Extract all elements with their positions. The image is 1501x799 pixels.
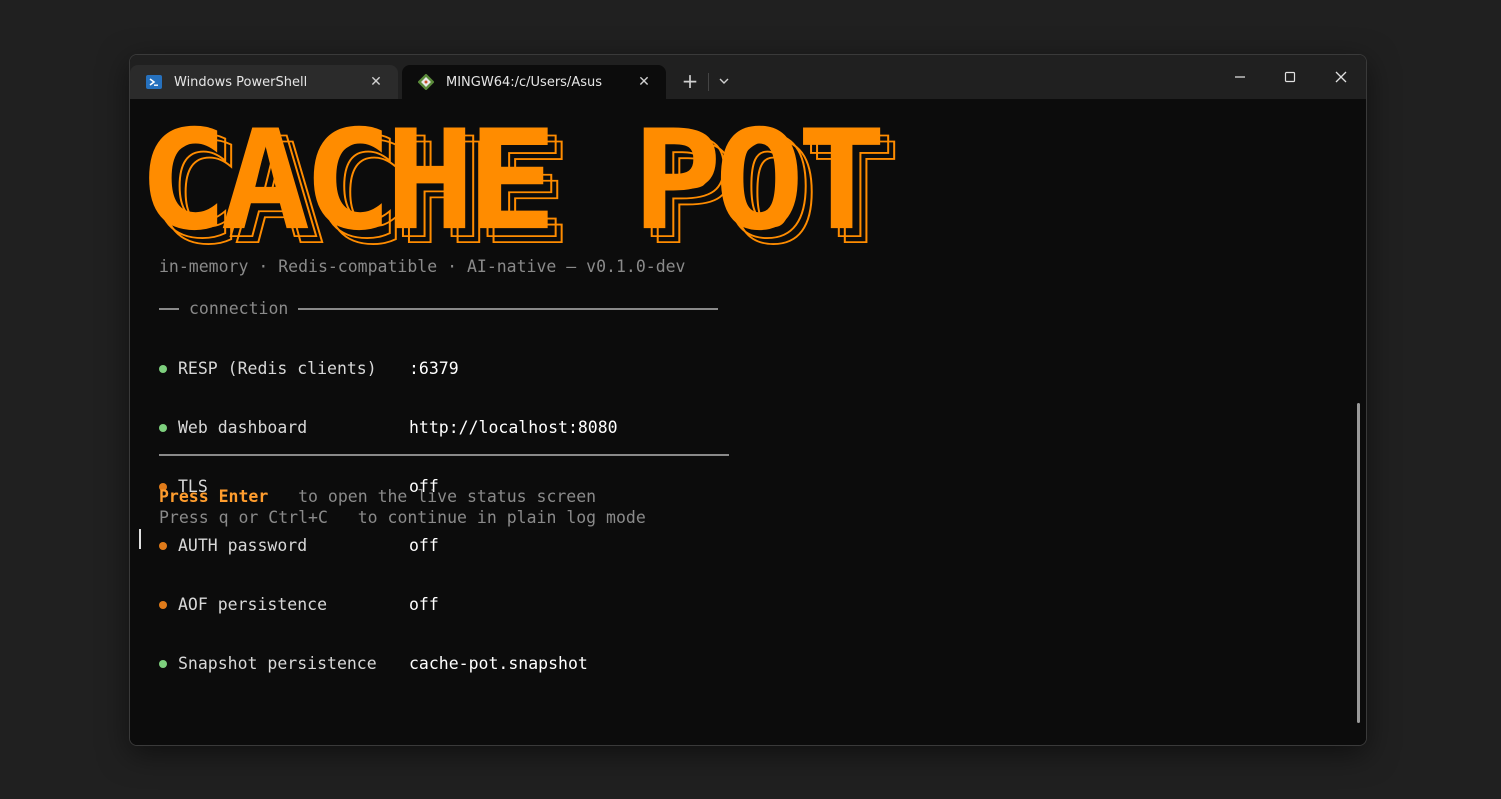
list-item: Web dashboard http://localhost:8080 <box>159 417 618 438</box>
row-value: off <box>409 536 439 555</box>
row-label: AOF persistence <box>178 595 328 614</box>
list-item: RESP (Redis clients) :6379 <box>159 358 618 379</box>
row-value: cache-pot.snapshot <box>409 654 588 673</box>
new-tab-button[interactable]: + <box>676 67 704 95</box>
hint-action: to continue in plain log mode <box>357 508 646 527</box>
list-item: AOF persistence off <box>159 594 618 615</box>
maximize-button[interactable] <box>1265 55 1315 99</box>
section-title: connection <box>189 299 289 318</box>
close-icon[interactable]: ✕ <box>364 70 388 94</box>
row-label: RESP (Redis clients) <box>178 359 377 378</box>
divider <box>159 454 729 456</box>
tab-mingw64[interactable]: MINGW64:/c/Users/Asus ✕ <box>402 65 666 99</box>
status-dot <box>159 364 167 373</box>
connection-section-header: connection <box>159 299 719 318</box>
list-item: Snapshot persistence cache-pot.snapshot <box>159 653 618 674</box>
text-cursor <box>139 529 141 549</box>
row-value: http://localhost:8080 <box>409 418 618 437</box>
row-value: off <box>409 595 439 614</box>
hint-action: to open the live status screen <box>298 487 597 506</box>
powershell-icon <box>146 74 162 90</box>
hint-enter: Press Enter to open the live status scre… <box>159 487 596 506</box>
status-dot <box>159 659 167 668</box>
close-icon[interactable]: ✕ <box>632 70 656 94</box>
status-dot <box>159 600 167 609</box>
scrollbar[interactable] <box>1357 403 1360 723</box>
terminal-content[interactable]: CACHE POT CACHE POT CACHE POT in-memory … <box>130 99 1366 745</box>
status-dot <box>159 423 167 432</box>
row-label: Web dashboard <box>178 418 308 437</box>
subtitle: in-memory · Redis-compatible · AI-native… <box>159 257 686 276</box>
list-item: AUTH password off <box>159 535 618 556</box>
row-label: AUTH password <box>178 536 308 555</box>
tab-label: Windows PowerShell <box>174 74 308 90</box>
divider <box>708 73 709 91</box>
hint-quit: Press q or Ctrl+C to continue in plain l… <box>159 508 646 527</box>
banner-title: CACHE POT <box>138 101 887 262</box>
minimize-button[interactable] <box>1215 55 1265 99</box>
close-window-button[interactable] <box>1316 55 1366 99</box>
divider <box>298 307 719 310</box>
divider <box>159 307 179 310</box>
hint-key: Press q or Ctrl+C <box>159 508 328 527</box>
title-bar: Windows PowerShell ✕ MINGW64:/c/Users/As… <box>130 55 1366 99</box>
row-label: Snapshot persistence <box>178 654 377 673</box>
row-value: :6379 <box>409 359 459 378</box>
tab-label: MINGW64:/c/Users/Asus <box>446 74 602 90</box>
git-bash-icon <box>417 73 435 91</box>
terminal-window: Windows PowerShell ✕ MINGW64:/c/Users/As… <box>129 54 1367 746</box>
chevron-down-icon[interactable] <box>710 67 738 95</box>
hint-key: Press Enter <box>159 487 269 506</box>
tab-windows-powershell[interactable]: Windows PowerShell ✕ <box>130 65 398 99</box>
status-dot <box>159 541 167 550</box>
